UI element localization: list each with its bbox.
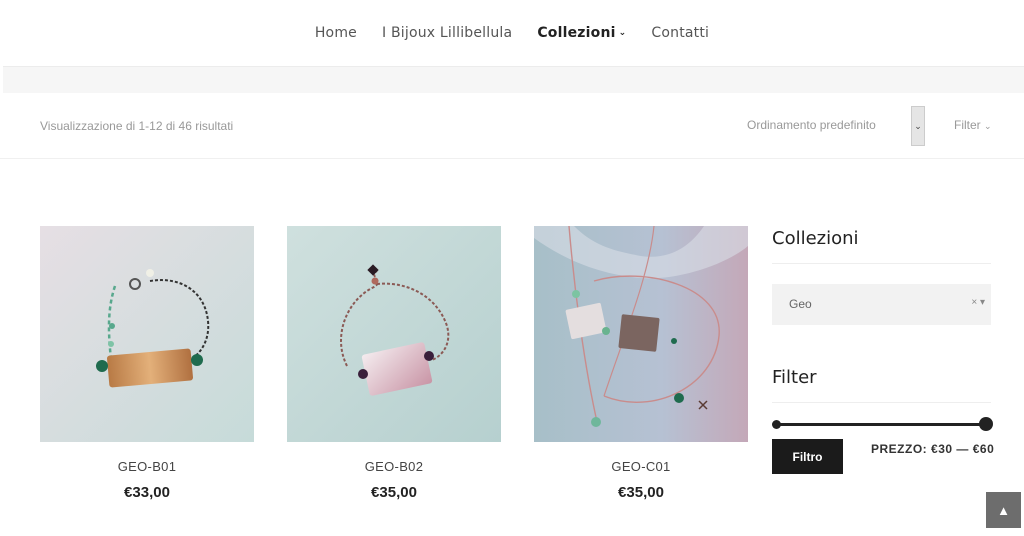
collection-select[interactable]: Geo × ▾: [772, 284, 991, 325]
header-divider-band: [3, 66, 1024, 93]
price-label: PREZZO:: [871, 442, 928, 456]
product-price: €33,00: [124, 484, 170, 501]
product-card[interactable]: GEO-B02 €35,00: [287, 226, 501, 501]
sort-select[interactable]: Ordinamento predefinito: [747, 118, 876, 132]
chevron-down-icon: ⌄: [618, 28, 627, 38]
nav-collezioni[interactable]: Collezioni ⌄: [537, 25, 626, 41]
price-slider-max-handle[interactable]: [979, 417, 993, 431]
price-range-label: PREZZO: €30 — €60: [871, 442, 994, 456]
product-image[interactable]: [287, 226, 501, 442]
result-count: Visualizzazione di 1-12 di 46 risultati: [40, 119, 234, 133]
product-card[interactable]: GEO-B01 €33,00: [40, 226, 254, 501]
chevron-down-icon: ⌄: [914, 120, 922, 131]
filter-submit-button[interactable]: Filtro: [772, 439, 843, 474]
product-name[interactable]: GEO-B02: [287, 459, 501, 474]
product-image[interactable]: [40, 226, 254, 442]
product-card[interactable]: GEO-C01 €35,00: [534, 226, 748, 501]
shop-toolbar: Visualizzazione di 1-12 di 46 risultati …: [0, 93, 1024, 159]
collection-select-value: Geo: [789, 297, 812, 311]
filter-widget-title: Filter: [772, 367, 817, 388]
nav-contatti[interactable]: Contatti: [651, 25, 709, 41]
price-separator: —: [956, 442, 969, 456]
collections-widget-title: Collezioni: [772, 228, 859, 249]
price-slider-min-handle[interactable]: [772, 420, 781, 429]
chevron-down-icon: ⌄: [984, 121, 992, 131]
product-image[interactable]: [534, 226, 748, 442]
filter-toggle-label: Filter: [954, 118, 981, 132]
product-name[interactable]: GEO-C01: [534, 459, 748, 474]
nav-bijoux[interactable]: I Bijoux Lillibellula: [382, 25, 512, 41]
chevron-up-icon: ▲: [997, 502, 1010, 518]
back-to-top-button[interactable]: ▲: [986, 492, 1021, 528]
sort-dropdown-button[interactable]: ⌄: [911, 106, 925, 146]
price-min: €30: [931, 442, 953, 456]
nav-home[interactable]: Home: [315, 25, 357, 41]
product-price: €35,00: [618, 484, 664, 501]
nav-collezioni-label: Collezioni: [537, 25, 616, 41]
divider: [772, 402, 991, 403]
price-slider-track[interactable]: [776, 423, 986, 426]
product-price: €35,00: [371, 484, 417, 501]
filter-toggle[interactable]: Filter ⌄: [954, 118, 992, 132]
divider: [772, 263, 991, 264]
product-name[interactable]: GEO-B01: [40, 459, 254, 474]
select-controls: × ▾: [971, 297, 985, 308]
clear-icon[interactable]: ×: [971, 297, 977, 308]
price-max: €60: [972, 442, 995, 456]
main-nav: Home I Bijoux Lillibellula Collezioni ⌄ C…: [0, 0, 1024, 66]
caret-down-icon: ▾: [979, 297, 985, 308]
